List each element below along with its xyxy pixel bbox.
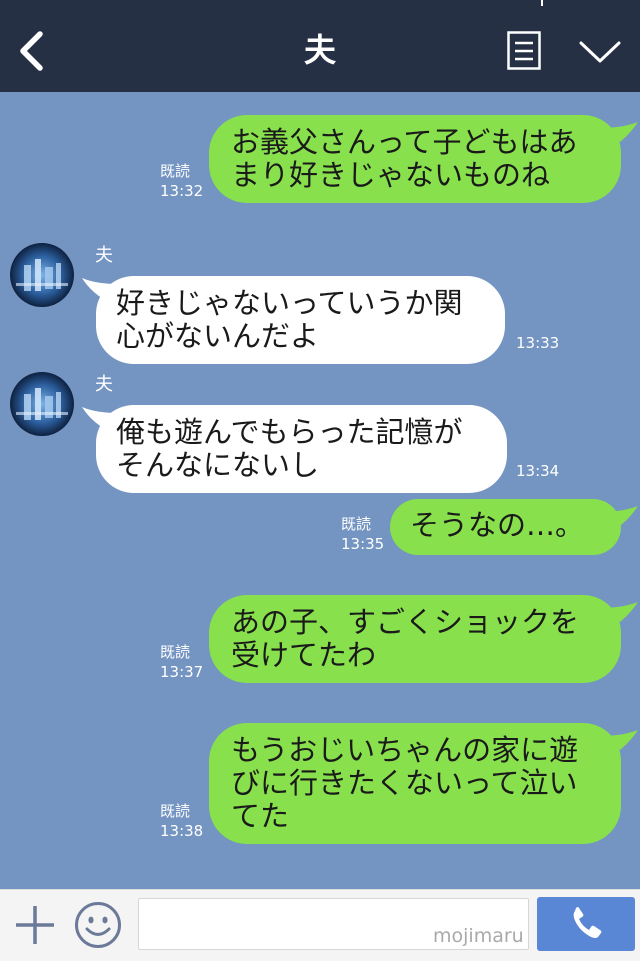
message-text: 俺も遊んでもらった記憶が そんなにないし: [116, 415, 463, 482]
avatar[interactable]: [10, 243, 74, 307]
notes-menu-button[interactable]: [507, 31, 541, 70]
message-time: 13:34: [516, 462, 560, 480]
read-label: 既読: [160, 802, 191, 820]
chat-title: 夫: [303, 31, 336, 69]
read-label: 既読: [160, 643, 191, 661]
message-time: 13:38: [160, 822, 204, 840]
message-time: 13:33: [516, 334, 560, 352]
avatar[interactable]: [10, 372, 74, 436]
watermark: mojimaru: [433, 925, 524, 947]
expand-button[interactable]: [578, 38, 622, 66]
read-receipt: 既読 13:35: [341, 514, 384, 554]
read-receipt: 既読 13:32: [160, 161, 203, 201]
phone-icon: [573, 907, 602, 938]
message-text: そうなの…。: [410, 508, 585, 542]
their-message-bubble[interactable]: 俺も遊んでもらった記憶が そんなにないし: [96, 405, 507, 493]
their-message-bubble[interactable]: 好きじゃないっていうか関 心がないんだよ: [96, 276, 505, 364]
status-marker: [541, 0, 543, 6]
smiley-icon: [75, 902, 121, 948]
avatar-image: [10, 243, 74, 307]
my-message-bubble[interactable]: お義父さんって子どもはあ まり好きじゃないものね: [209, 115, 621, 203]
sender-name: 夫: [95, 245, 113, 266]
my-message-bubble[interactable]: もうおじいちゃんの家に遊 びに行きたくないって泣い てた: [209, 723, 621, 844]
message-text: あの子、すごくショックを 受けてたわ: [231, 605, 580, 672]
read-receipt: 既読 13:38: [160, 801, 203, 841]
my-message-bubble[interactable]: あの子、すごくショックを 受けてたわ: [209, 595, 621, 683]
add-button[interactable]: [14, 904, 56, 946]
message-time: 13:32: [160, 182, 204, 200]
my-message-bubble[interactable]: そうなの…。: [390, 499, 621, 555]
read-label: 既読: [341, 515, 372, 533]
message-time: 13:37: [160, 663, 204, 681]
message-text: お義父さんって子どもはあ まり好きじゃないものね: [231, 125, 578, 192]
avatar-image: [10, 372, 74, 436]
message-text: 好きじゃないっていうか関 心がないんだよ: [116, 286, 463, 353]
message-text: もうおじいちゃんの家に遊 びに行きたくないって泣い てた: [231, 733, 579, 833]
sticker-button[interactable]: [74, 901, 122, 949]
chevron-down-icon: [579, 41, 621, 63]
message-time: 13:35: [341, 535, 385, 553]
read-receipt: 既読 13:37: [160, 642, 203, 682]
plus-icon: [16, 906, 54, 944]
notes-menu-icon: [507, 31, 541, 70]
sender-name: 夫: [95, 374, 113, 395]
call-button[interactable]: [537, 897, 635, 951]
read-label: 既読: [160, 162, 191, 180]
